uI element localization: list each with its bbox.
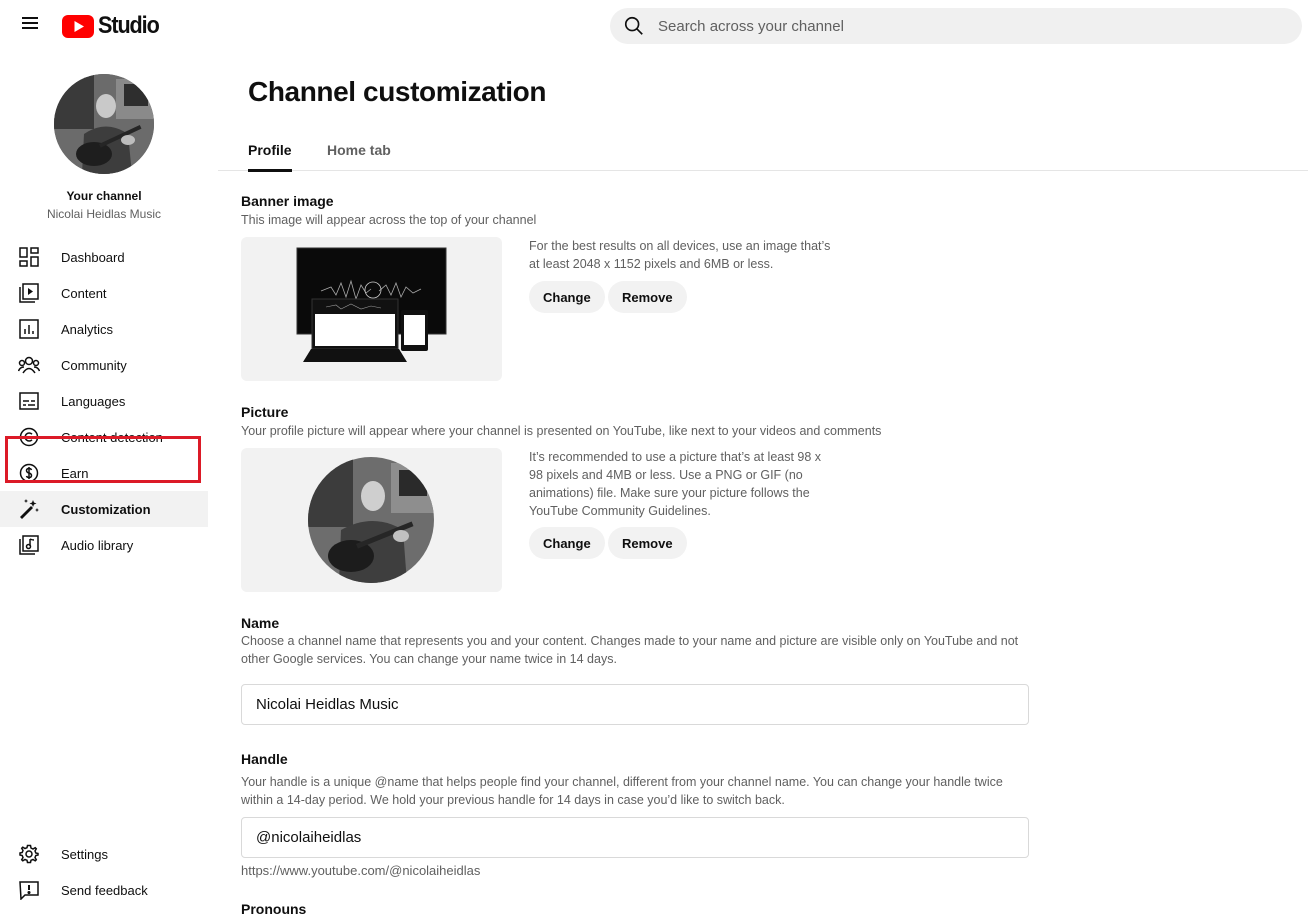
handle-title: Handle <box>241 751 288 767</box>
sidebar-item-analytics[interactable]: Analytics <box>0 311 208 347</box>
sidebar-item-send-feedback[interactable]: Send feedback <box>0 872 208 908</box>
name-description-line: other Google services. You can change yo… <box>241 652 617 666</box>
tab-bar: Profile Home tab <box>218 128 1308 172</box>
handle-field[interactable]: @nicolaiheidlas <box>241 817 1029 858</box>
sidebar-item-label: Dashboard <box>61 249 125 265</box>
sidebar-item-audio-library[interactable]: Audio library <box>0 527 208 563</box>
sidebar: Your channel Nicolai Heidlas Music Dashb… <box>0 50 208 914</box>
picture-remove-button[interactable]: Remove <box>608 527 687 559</box>
sidebar-item-content[interactable]: Content <box>0 275 208 311</box>
sidebar-item-label: Earn <box>61 465 89 481</box>
handle-description-line: Your handle is a unique @name that helps… <box>241 775 1003 789</box>
handle-description: Your handle is a unique @name that helps… <box>241 773 1003 809</box>
sidebar-item-dashboard[interactable]: Dashboard <box>0 239 208 275</box>
copyright-icon <box>18 426 40 448</box>
youtube-logo-icon <box>62 14 94 38</box>
banner-hint: For the best results on all devices, use… <box>529 237 839 273</box>
dollar-icon <box>18 462 40 484</box>
sidebar-item-community[interactable]: Community <box>0 347 208 383</box>
banner-remove-button[interactable]: Remove <box>608 281 687 313</box>
handle-description-line: within a 14-day period. We hold your pre… <box>241 793 785 807</box>
banner-description: This image will appear across the top of… <box>241 213 537 227</box>
menu-icon[interactable] <box>18 14 42 36</box>
sidebar-item-languages[interactable]: Languages <box>0 383 208 419</box>
feedback-icon <box>18 879 40 901</box>
your-channel-label: Your channel <box>66 189 142 203</box>
search-input[interactable] <box>658 17 1258 35</box>
sidebar-item-label: Analytics <box>61 321 114 337</box>
banner-hint-line: For the best results on all devices, use… <box>529 239 831 253</box>
picture-title: Picture <box>241 404 289 420</box>
dashboard-icon <box>18 246 40 268</box>
content-icon <box>18 282 40 304</box>
tab-home[interactable]: Home tab <box>327 128 391 171</box>
picture-hint-line: It’s recommended to use a picture that’s… <box>529 450 822 464</box>
picture-description: Your profile picture will appear where y… <box>241 424 882 438</box>
channel-avatar[interactable] <box>54 74 154 174</box>
top-bar: Studio <box>0 0 1308 50</box>
sidebar-bottom-nav: Settings Send feedback <box>0 836 208 908</box>
picture-hint-line: YouTube Community Guidelines. <box>529 504 711 518</box>
picture-preview <box>241 448 502 592</box>
studio-logo[interactable]: Studio <box>62 12 165 40</box>
sidebar-item-label: Languages <box>61 393 126 409</box>
channel-name: Nicolai Heidlas Music <box>46 207 162 221</box>
logo-text: Studio <box>98 12 160 39</box>
picture-hint: It’s recommended to use a picture that’s… <box>529 448 839 520</box>
page-title: Channel customization <box>248 76 547 107</box>
sidebar-item-label: Settings <box>61 846 108 862</box>
sidebar-item-customization[interactable]: Customization <box>0 491 208 527</box>
name-field[interactable]: Nicolai Heidlas Music <box>241 684 1029 725</box>
banner-hint-line: at least 2048 x 1152 pixels and 6MB or l… <box>529 257 774 271</box>
main-content: Channel customization Profile Home tab B… <box>218 50 1308 914</box>
gear-icon <box>18 843 40 865</box>
community-icon <box>18 354 40 376</box>
banner-title: Banner image <box>241 193 334 209</box>
sidebar-item-label: Community <box>61 357 127 373</box>
sidebar-item-earn[interactable]: Earn <box>0 455 208 491</box>
sidebar-item-content-detection[interactable]: Content detection <box>0 419 208 455</box>
sidebar-item-label: Send feedback <box>61 882 148 898</box>
name-description-line: Choose a channel name that represents yo… <box>241 634 1019 648</box>
magic-wand-icon <box>18 498 40 520</box>
sidebar-item-label: Audio library <box>61 537 134 553</box>
name-title: Name <box>241 615 280 631</box>
search-icon[interactable] <box>610 15 658 37</box>
analytics-icon <box>18 318 40 340</box>
sidebar-item-settings[interactable]: Settings <box>0 836 208 872</box>
subtitles-icon <box>18 390 40 412</box>
banner-change-button[interactable]: Change <box>529 281 605 313</box>
sidebar-item-label: Customization <box>61 501 151 517</box>
sidebar-nav: Dashboard Content Analytics Community La… <box>0 239 208 563</box>
handle-url: https://www.youtube.com/@nicolaiheidlas <box>241 863 481 878</box>
search-bar[interactable] <box>610 8 1302 44</box>
sidebar-item-label: Content <box>61 285 107 301</box>
sidebar-item-label: Content detection <box>61 429 163 445</box>
audio-library-icon <box>18 534 40 556</box>
pronouns-title: Pronouns <box>241 901 307 914</box>
picture-change-button[interactable]: Change <box>529 527 605 559</box>
banner-preview <box>241 237 502 381</box>
tab-profile[interactable]: Profile <box>248 128 292 172</box>
name-description: Choose a channel name that represents yo… <box>241 632 1018 668</box>
picture-hint-line: 98 pixels and 4MB or less. Use a PNG or … <box>529 468 803 482</box>
picture-hint-line: animations) file. Make sure your picture… <box>529 486 810 500</box>
